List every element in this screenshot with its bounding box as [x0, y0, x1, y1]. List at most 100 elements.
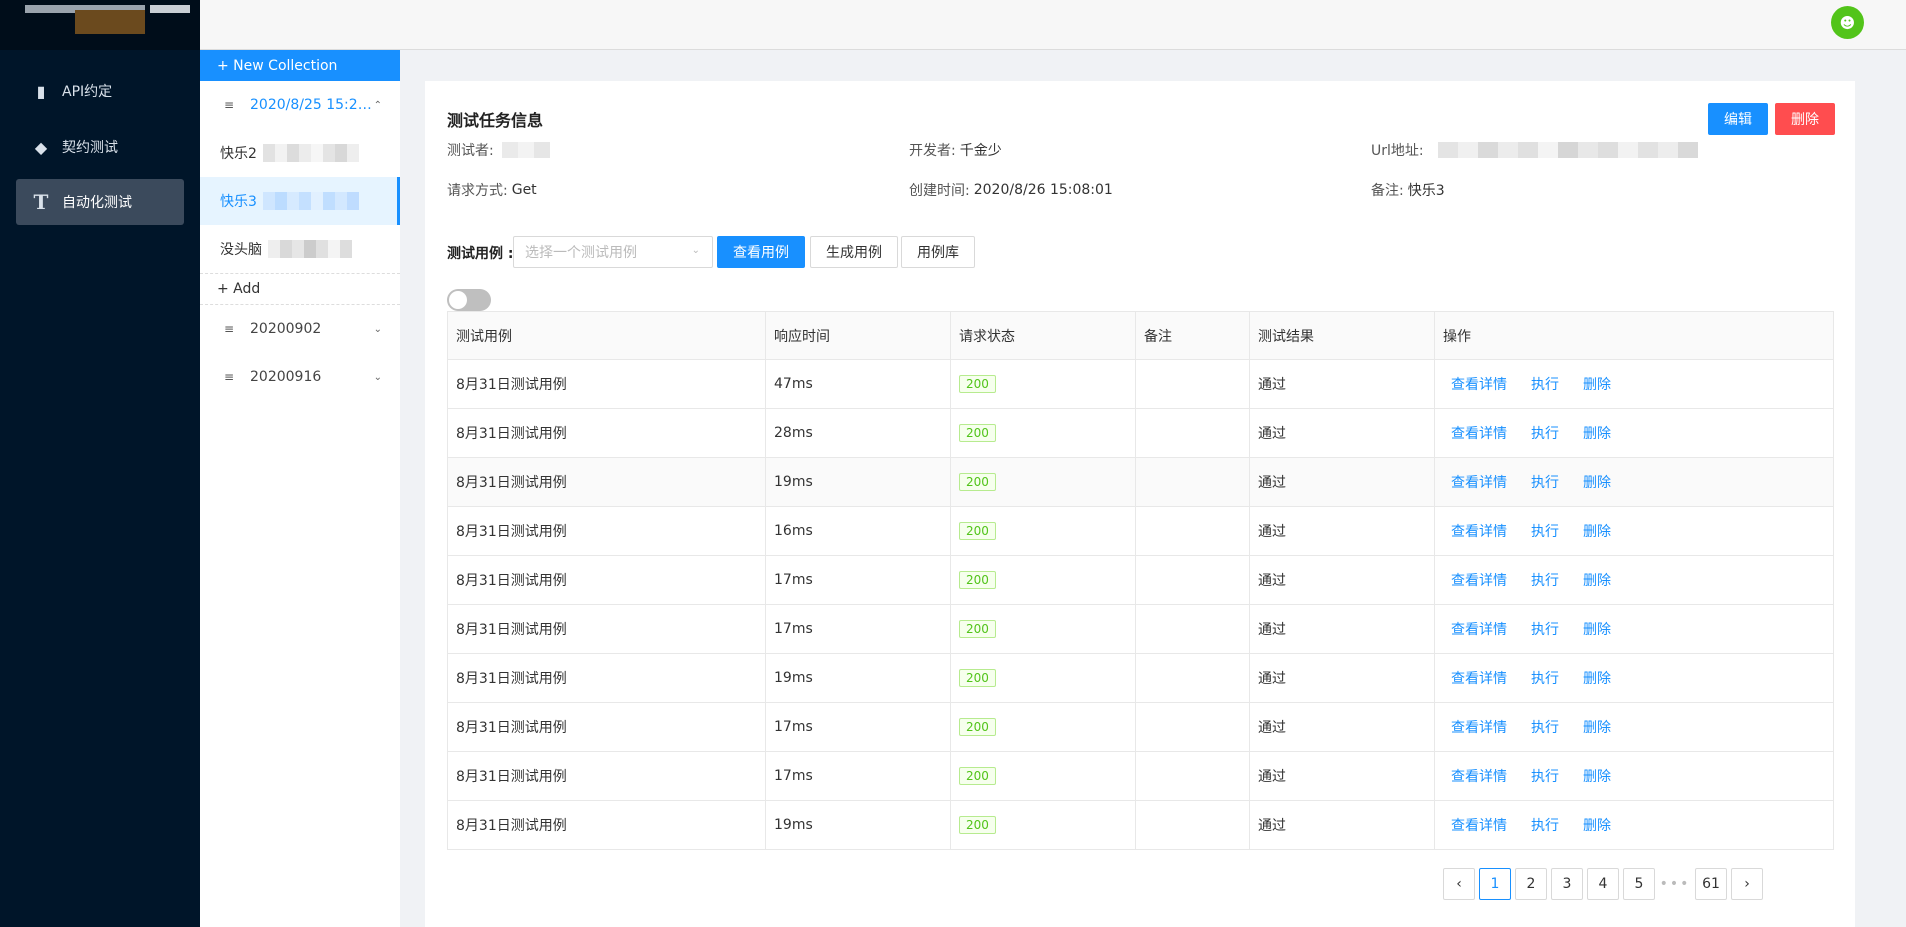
- view-detail-link[interactable]: 查看详情: [1451, 766, 1507, 786]
- delete-link[interactable]: 删除: [1583, 619, 1611, 639]
- delete-link[interactable]: 删除: [1583, 717, 1611, 737]
- redacted-text: [501, 142, 550, 158]
- execute-link[interactable]: 执行: [1531, 570, 1559, 590]
- generate-cases-button[interactable]: 生成用例: [810, 236, 898, 268]
- status-badge: 200: [959, 669, 996, 687]
- page-3-button[interactable]: 3: [1551, 868, 1583, 900]
- execute-link[interactable]: 执行: [1531, 668, 1559, 688]
- status-cell: 200: [951, 507, 1136, 555]
- execute-link[interactable]: 执行: [1531, 374, 1559, 394]
- table-header: 测试用例 响应时间 请求状态 备注 测试结果 操作: [448, 312, 1833, 360]
- table-row: 8月31日测试用例 17ms 200 通过 查看详情 执行 删除: [448, 752, 1833, 801]
- delete-link[interactable]: 删除: [1583, 570, 1611, 590]
- result-cell: 通过: [1250, 752, 1435, 800]
- status-badge: 200: [959, 718, 996, 736]
- collection-panel: + New Collection ≡ 2020/8/25 15:29... ⌃ …: [200, 50, 400, 927]
- logo: [0, 0, 200, 50]
- top-header: ☻: [200, 0, 1906, 50]
- redacted-text: [262, 144, 359, 162]
- delete-link[interactable]: 删除: [1583, 521, 1611, 541]
- actions-cell: 查看详情 执行 删除: [1435, 360, 1833, 408]
- view-cases-button[interactable]: 查看用例: [717, 236, 805, 268]
- prev-page-button[interactable]: ‹: [1443, 868, 1475, 900]
- test-case-label: 测试用例 :: [447, 246, 514, 262]
- column-header: 备注: [1136, 312, 1250, 359]
- delete-link[interactable]: 删除: [1583, 472, 1611, 492]
- table-body: 8月31日测试用例 47ms 200 通过 查看详情 执行 删除 8月31日测试用例 28ms 2…: [448, 360, 1833, 850]
- view-detail-link[interactable]: 查看详情: [1451, 668, 1507, 688]
- edit-button[interactable]: 编辑: [1708, 103, 1768, 135]
- user-icon: ☻: [1839, 13, 1856, 32]
- nav-item-label: API约定: [62, 84, 113, 100]
- nav-item-auto-test[interactable]: T 自动化测试: [16, 179, 184, 225]
- response-time-cell: 19ms: [766, 801, 951, 849]
- remark-cell: [1136, 654, 1250, 702]
- collection-item[interactable]: 快乐2: [200, 129, 400, 177]
- collection-group[interactable]: ≡ 20200916 ⌄: [200, 353, 400, 401]
- result-cell: 通过: [1250, 360, 1435, 408]
- method-value: Get: [511, 182, 537, 198]
- chevron-down-icon: ⌄: [373, 323, 382, 335]
- execute-link[interactable]: 执行: [1531, 521, 1559, 541]
- new-collection-button[interactable]: + New Collection: [200, 50, 400, 81]
- nav-item-api[interactable]: ▮ API约定: [16, 68, 184, 114]
- collection-group[interactable]: ≡ 2020/8/25 15:29... ⌃: [200, 81, 400, 129]
- nav-item-contract-test[interactable]: ◆ 契约测试: [16, 124, 184, 170]
- status-badge: 200: [959, 424, 996, 442]
- page-1-button[interactable]: 1: [1479, 868, 1511, 900]
- collection-item-selected[interactable]: 快乐3: [200, 177, 400, 225]
- execute-link[interactable]: 执行: [1531, 766, 1559, 786]
- execute-link[interactable]: 执行: [1531, 717, 1559, 737]
- view-detail-link[interactable]: 查看详情: [1451, 423, 1507, 443]
- collection-group-label: 2020/8/25 15:29...: [250, 97, 374, 113]
- collection-item-label: 快乐3: [220, 194, 257, 210]
- collection-group[interactable]: ≡ 20200902 ⌄: [200, 305, 400, 353]
- delete-link[interactable]: 删除: [1583, 374, 1611, 394]
- response-time-cell: 47ms: [766, 360, 951, 408]
- view-detail-link[interactable]: 查看详情: [1451, 815, 1507, 835]
- page-2-button[interactable]: 2: [1515, 868, 1547, 900]
- test-case-select[interactable]: 选择一个测试用例 ⌄: [513, 236, 713, 268]
- case-name-cell: 8月31日测试用例: [448, 752, 766, 800]
- view-detail-link[interactable]: 查看详情: [1451, 570, 1507, 590]
- execute-link[interactable]: 执行: [1531, 815, 1559, 835]
- delete-link[interactable]: 删除: [1583, 815, 1611, 835]
- execute-link[interactable]: 执行: [1531, 619, 1559, 639]
- status-badge: 200: [959, 522, 996, 540]
- user-avatar[interactable]: ☻: [1831, 6, 1864, 39]
- case-name-cell: 8月31日测试用例: [448, 654, 766, 702]
- response-time-cell: 17ms: [766, 703, 951, 751]
- view-detail-link[interactable]: 查看详情: [1451, 374, 1507, 394]
- execute-link[interactable]: 执行: [1531, 472, 1559, 492]
- execute-link[interactable]: 执行: [1531, 423, 1559, 443]
- delete-link[interactable]: 删除: [1583, 668, 1611, 688]
- page-5-button[interactable]: 5: [1623, 868, 1655, 900]
- table-row: 8月31日测试用例 19ms 200 通过 查看详情 执行 删除: [448, 801, 1833, 850]
- collection-item[interactable]: 没头脑: [200, 225, 400, 273]
- page-title: 测试任务信息: [447, 111, 544, 130]
- delete-link[interactable]: 删除: [1583, 766, 1611, 786]
- column-header: 响应时间: [766, 312, 951, 359]
- case-library-button[interactable]: 用例库: [901, 236, 975, 268]
- book-icon: ▮: [36, 81, 46, 101]
- remark-cell: [1136, 458, 1250, 506]
- delete-link[interactable]: 删除: [1583, 423, 1611, 443]
- status-cell: 200: [951, 409, 1136, 457]
- case-name-cell: 8月31日测试用例: [448, 507, 766, 555]
- page-last-button[interactable]: 61: [1695, 868, 1727, 900]
- collection-item-label: 没头脑: [220, 242, 262, 258]
- page-4-button[interactable]: 4: [1587, 868, 1619, 900]
- next-page-button[interactable]: ›: [1731, 868, 1763, 900]
- redacted-text: [262, 192, 359, 210]
- view-detail-link[interactable]: 查看详情: [1451, 619, 1507, 639]
- page-ellipsis[interactable]: •••: [1659, 868, 1691, 900]
- actions-cell: 查看详情 执行 删除: [1435, 703, 1833, 751]
- toggle-switch[interactable]: [447, 289, 491, 311]
- view-detail-link[interactable]: 查看详情: [1451, 472, 1507, 492]
- result-cell: 通过: [1250, 801, 1435, 849]
- result-cell: 通过: [1250, 654, 1435, 702]
- add-item-button[interactable]: + Add: [200, 273, 400, 305]
- view-detail-link[interactable]: 查看详情: [1451, 521, 1507, 541]
- view-detail-link[interactable]: 查看详情: [1451, 717, 1507, 737]
- delete-button[interactable]: 删除: [1775, 103, 1835, 135]
